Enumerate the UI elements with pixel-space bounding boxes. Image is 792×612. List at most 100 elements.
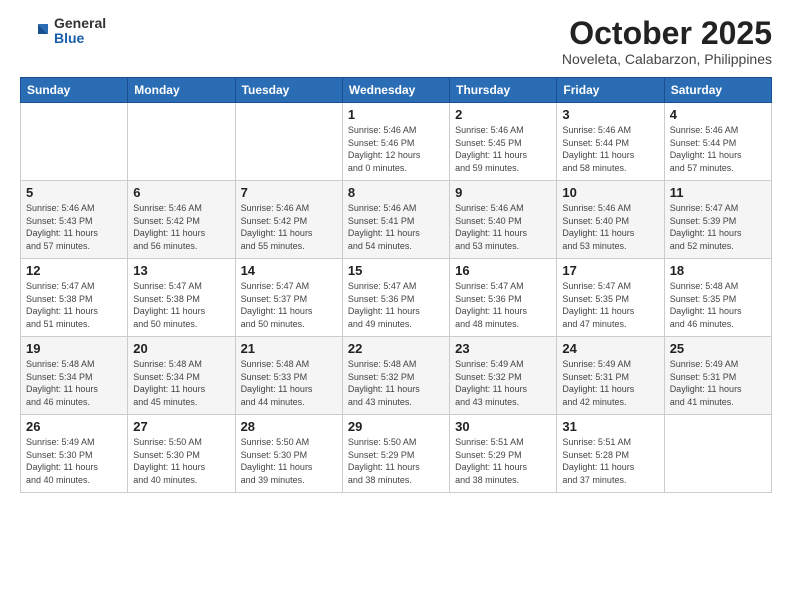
day-number: 6 bbox=[133, 185, 229, 200]
day-info: Sunrise: 5:46 AM Sunset: 5:40 PM Dayligh… bbox=[455, 202, 551, 252]
title-block: October 2025 Noveleta, Calabarzon, Phili… bbox=[562, 16, 772, 67]
day-info: Sunrise: 5:50 AM Sunset: 5:29 PM Dayligh… bbox=[348, 436, 444, 486]
calendar-cell-w3-d5: 16 Sunrise: 5:47 AM Sunset: 5:36 PM Dayli… bbox=[450, 259, 557, 337]
calendar-cell-w3-d6: 17 Sunrise: 5:47 AM Sunset: 5:35 PM Dayli… bbox=[557, 259, 664, 337]
calendar-cell-w2-d6: 10Sunrise: 5:46 AM Sunset: 5:40 PM Dayli… bbox=[557, 181, 664, 259]
day-number: 11 bbox=[670, 185, 766, 200]
day-info: Sunrise: 5:47 AM Sunset: 5:36 PM Dayligh… bbox=[455, 280, 551, 330]
day-info: Sunrise: 5:46 AM Sunset: 5:41 PM Dayligh… bbox=[348, 202, 444, 252]
page-container: General Blue October 2025 Noveleta, Cala… bbox=[0, 0, 792, 612]
calendar-cell-w5-d2: 27Sunrise: 5:50 AM Sunset: 5:30 PM Dayli… bbox=[128, 415, 235, 493]
day-number: 7 bbox=[241, 185, 337, 200]
calendar-cell-w1-d7: 4 Sunrise: 5:46 AM Sunset: 5:44 PM Daylig… bbox=[664, 103, 771, 181]
logo-general: General bbox=[54, 16, 106, 31]
day-info: Sunrise: 5:47 AM Sunset: 5:38 PM Dayligh… bbox=[133, 280, 229, 330]
day-number: 31 bbox=[562, 419, 658, 434]
day-number: 4 bbox=[670, 107, 766, 122]
header: General Blue October 2025 Noveleta, Cala… bbox=[20, 16, 772, 67]
col-tuesday: Tuesday bbox=[235, 78, 342, 103]
day-info: Sunrise: 5:47 AM Sunset: 5:35 PM Dayligh… bbox=[562, 280, 658, 330]
calendar-cell-w2-d4: 8 Sunrise: 5:46 AM Sunset: 5:41 PM Daylig… bbox=[342, 181, 449, 259]
calendar-cell-w4-d2: 20 Sunrise: 5:48 AM Sunset: 5:34 PM Dayli… bbox=[128, 337, 235, 415]
calendar-week-3: 12Sunrise: 5:47 AM Sunset: 5:38 PM Dayli… bbox=[21, 259, 772, 337]
calendar-cell-w2-d5: 9 Sunrise: 5:46 AM Sunset: 5:40 PM Daylig… bbox=[450, 181, 557, 259]
month-title: October 2025 bbox=[562, 16, 772, 51]
logo-blue: Blue bbox=[54, 31, 106, 46]
day-info: Sunrise: 5:51 AM Sunset: 5:29 PM Dayligh… bbox=[455, 436, 551, 486]
day-number: 8 bbox=[348, 185, 444, 200]
day-info: Sunrise: 5:49 AM Sunset: 5:31 PM Dayligh… bbox=[562, 358, 658, 408]
logo-text: General Blue bbox=[54, 16, 106, 47]
day-number: 15 bbox=[348, 263, 444, 278]
calendar-week-2: 5Sunrise: 5:46 AM Sunset: 5:43 PM Daylig… bbox=[21, 181, 772, 259]
calendar-cell-w3-d1: 12Sunrise: 5:47 AM Sunset: 5:38 PM Dayli… bbox=[21, 259, 128, 337]
day-number: 13 bbox=[133, 263, 229, 278]
calendar-cell-w2-d2: 6 Sunrise: 5:46 AM Sunset: 5:42 PM Daylig… bbox=[128, 181, 235, 259]
calendar-cell-w3-d2: 13 Sunrise: 5:47 AM Sunset: 5:38 PM Dayli… bbox=[128, 259, 235, 337]
day-info: Sunrise: 5:48 AM Sunset: 5:35 PM Dayligh… bbox=[670, 280, 766, 330]
day-info: Sunrise: 5:46 AM Sunset: 5:45 PM Dayligh… bbox=[455, 124, 551, 174]
calendar-cell-w2-d1: 5Sunrise: 5:46 AM Sunset: 5:43 PM Daylig… bbox=[21, 181, 128, 259]
calendar-cell-w5-d4: 29 Sunrise: 5:50 AM Sunset: 5:29 PM Dayli… bbox=[342, 415, 449, 493]
day-number: 24 bbox=[562, 341, 658, 356]
calendar-cell-w4-d3: 21 Sunrise: 5:48 AM Sunset: 5:33 PM Dayli… bbox=[235, 337, 342, 415]
day-number: 20 bbox=[133, 341, 229, 356]
day-number: 19 bbox=[26, 341, 122, 356]
day-info: Sunrise: 5:48 AM Sunset: 5:34 PM Dayligh… bbox=[26, 358, 122, 408]
day-info: Sunrise: 5:46 AM Sunset: 5:44 PM Dayligh… bbox=[562, 124, 658, 174]
calendar-cell-w4-d5: 23Sunrise: 5:49 AM Sunset: 5:32 PM Dayli… bbox=[450, 337, 557, 415]
calendar-cell-w5-d1: 26Sunrise: 5:49 AM Sunset: 5:30 PM Dayli… bbox=[21, 415, 128, 493]
day-info: Sunrise: 5:46 AM Sunset: 5:46 PM Dayligh… bbox=[348, 124, 444, 174]
day-number: 16 bbox=[455, 263, 551, 278]
day-info: Sunrise: 5:48 AM Sunset: 5:34 PM Dayligh… bbox=[133, 358, 229, 408]
col-friday: Friday bbox=[557, 78, 664, 103]
day-number: 23 bbox=[455, 341, 551, 356]
calendar-cell-w4-d4: 22 Sunrise: 5:48 AM Sunset: 5:32 PM Dayli… bbox=[342, 337, 449, 415]
calendar-cell-w1-d6: 3 Sunrise: 5:46 AM Sunset: 5:44 PM Daylig… bbox=[557, 103, 664, 181]
calendar-cell-w4-d1: 19 Sunrise: 5:48 AM Sunset: 5:34 PM Dayli… bbox=[21, 337, 128, 415]
col-wednesday: Wednesday bbox=[342, 78, 449, 103]
calendar-cell-w1-d3 bbox=[235, 103, 342, 181]
day-number: 18 bbox=[670, 263, 766, 278]
day-info: Sunrise: 5:47 AM Sunset: 5:36 PM Dayligh… bbox=[348, 280, 444, 330]
calendar-cell-w5-d3: 28 Sunrise: 5:50 AM Sunset: 5:30 PM Dayli… bbox=[235, 415, 342, 493]
day-number: 28 bbox=[241, 419, 337, 434]
calendar-header-row: Sunday Monday Tuesday Wednesday Thursday… bbox=[21, 78, 772, 103]
day-info: Sunrise: 5:47 AM Sunset: 5:37 PM Dayligh… bbox=[241, 280, 337, 330]
calendar-cell-w1-d5: 2Sunrise: 5:46 AM Sunset: 5:45 PM Daylig… bbox=[450, 103, 557, 181]
col-sunday: Sunday bbox=[21, 78, 128, 103]
calendar-week-5: 26Sunrise: 5:49 AM Sunset: 5:30 PM Dayli… bbox=[21, 415, 772, 493]
calendar-cell-w3-d4: 15 Sunrise: 5:47 AM Sunset: 5:36 PM Dayli… bbox=[342, 259, 449, 337]
day-number: 5 bbox=[26, 185, 122, 200]
day-number: 21 bbox=[241, 341, 337, 356]
day-number: 14 bbox=[241, 263, 337, 278]
calendar-cell-w2-d7: 11Sunrise: 5:47 AM Sunset: 5:39 PM Dayli… bbox=[664, 181, 771, 259]
day-info: Sunrise: 5:46 AM Sunset: 5:44 PM Dayligh… bbox=[670, 124, 766, 174]
day-number: 1 bbox=[348, 107, 444, 122]
col-thursday: Thursday bbox=[450, 78, 557, 103]
day-info: Sunrise: 5:46 AM Sunset: 5:42 PM Dayligh… bbox=[241, 202, 337, 252]
calendar-cell-w2-d3: 7 Sunrise: 5:46 AM Sunset: 5:42 PM Daylig… bbox=[235, 181, 342, 259]
col-saturday: Saturday bbox=[664, 78, 771, 103]
day-info: Sunrise: 5:50 AM Sunset: 5:30 PM Dayligh… bbox=[241, 436, 337, 486]
day-number: 17 bbox=[562, 263, 658, 278]
calendar-cell-w1-d1 bbox=[21, 103, 128, 181]
calendar-cell-w3-d3: 14 Sunrise: 5:47 AM Sunset: 5:37 PM Dayli… bbox=[235, 259, 342, 337]
day-number: 9 bbox=[455, 185, 551, 200]
day-info: Sunrise: 5:48 AM Sunset: 5:33 PM Dayligh… bbox=[241, 358, 337, 408]
day-number: 25 bbox=[670, 341, 766, 356]
day-info: Sunrise: 5:46 AM Sunset: 5:40 PM Dayligh… bbox=[562, 202, 658, 252]
logo-icon bbox=[20, 16, 50, 46]
calendar-cell-w4-d7: 25Sunrise: 5:49 AM Sunset: 5:31 PM Dayli… bbox=[664, 337, 771, 415]
calendar-table: Sunday Monday Tuesday Wednesday Thursday… bbox=[20, 77, 772, 493]
calendar-week-4: 19 Sunrise: 5:48 AM Sunset: 5:34 PM Dayli… bbox=[21, 337, 772, 415]
day-number: 22 bbox=[348, 341, 444, 356]
day-info: Sunrise: 5:46 AM Sunset: 5:42 PM Dayligh… bbox=[133, 202, 229, 252]
day-number: 26 bbox=[26, 419, 122, 434]
col-monday: Monday bbox=[128, 78, 235, 103]
subtitle: Noveleta, Calabarzon, Philippines bbox=[562, 51, 772, 67]
day-info: Sunrise: 5:48 AM Sunset: 5:32 PM Dayligh… bbox=[348, 358, 444, 408]
day-number: 29 bbox=[348, 419, 444, 434]
calendar-cell-w5-d5: 30Sunrise: 5:51 AM Sunset: 5:29 PM Dayli… bbox=[450, 415, 557, 493]
day-number: 3 bbox=[562, 107, 658, 122]
